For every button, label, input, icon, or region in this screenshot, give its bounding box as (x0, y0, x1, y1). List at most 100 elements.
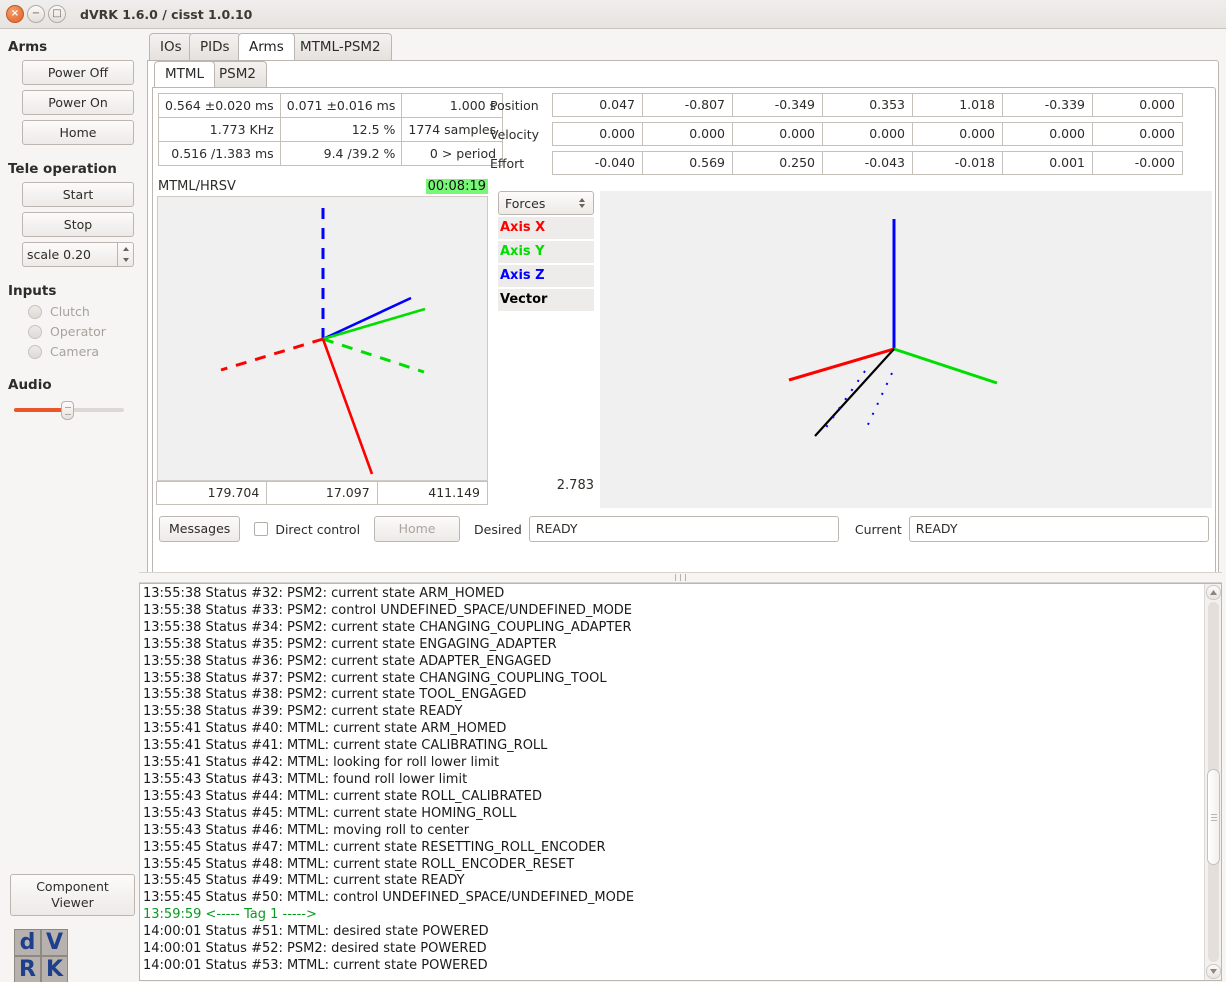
position-joint-1: 0.047 (552, 93, 643, 117)
log-line: 13:55:38 Status #39: PSM2: current state… (143, 704, 463, 720)
component-viewer-button[interactable]: Component Viewer (10, 874, 135, 916)
radio-icon[interactable] (28, 344, 42, 359)
message-log-list[interactable]: 13:55:38 Status #32: PSM2: current state… (140, 584, 1204, 980)
tab-psm2[interactable]: PSM2 (208, 61, 267, 87)
plot-mode-stepper[interactable] (575, 198, 589, 208)
log-line: 13:55:38 Status #38: PSM2: current state… (143, 687, 527, 703)
position-joint-4: 0.353 (822, 93, 913, 117)
chevron-up-icon[interactable] (122, 246, 129, 251)
home-button[interactable]: Home (22, 120, 134, 145)
input-camera[interactable]: Camera (28, 344, 139, 359)
desired-state-field[interactable]: READY (528, 516, 839, 542)
minimize-icon[interactable]: − (27, 5, 45, 23)
log-line: 13:55:45 Status #50: MTML: control UNDEF… (143, 890, 635, 906)
vector-magnitude: 2.783 (556, 478, 594, 493)
panel-splitter[interactable] (139, 572, 1222, 583)
window-title: dVRK 1.6.0 / cisst 1.0.10 (80, 6, 253, 22)
scroll-down-icon[interactable] (1206, 964, 1221, 979)
effort-joint-3: 0.250 (732, 151, 823, 175)
legend-axis-z[interactable]: Axis Z (498, 265, 594, 287)
velocity-joint-4: 0.000 (822, 122, 913, 146)
table-row: Velocity 0.000 0.000 0.000 0.000 0.000 0… (490, 122, 1183, 146)
current-state-field[interactable]: READY (908, 516, 1209, 542)
stat-compute-mean: 0.071 ±0.016 ms (279, 93, 403, 118)
position-joint-6: -0.339 (1002, 93, 1093, 117)
chevron-down-icon[interactable] (579, 204, 585, 208)
chevron-down-icon[interactable] (122, 258, 129, 263)
scroll-up-icon[interactable] (1206, 585, 1221, 600)
arms-tab-page: MTML PSM2 0.564 ±0.020 ms 0.071 ±0.016 m… (147, 60, 1219, 581)
direct-control-checkbox[interactable] (254, 522, 269, 536)
table-row: Position 0.047 -0.807 -0.349 0.353 1.018… (490, 93, 1183, 117)
mtml-tab-page: 0.564 ±0.020 ms 0.071 ±0.016 ms 1.000 s … (152, 87, 1216, 578)
audio-volume-slider[interactable] (14, 401, 124, 420)
tab-mtml-psm2[interactable]: MTML-PSM2 (289, 33, 392, 60)
velocity-joint-5: 0.000 (912, 122, 1003, 146)
input-operator[interactable]: Operator (28, 324, 139, 339)
left-plot-value-z: 411.149 (376, 481, 488, 505)
log-scrollbar[interactable] (1204, 584, 1221, 980)
close-icon[interactable]: × (6, 5, 24, 23)
tab-arms[interactable]: Arms (238, 33, 295, 60)
slider-handle[interactable] (61, 401, 74, 420)
velocity-joint-2: 0.000 (642, 122, 733, 146)
chevron-up-icon[interactable] (579, 198, 585, 202)
scale-value[interactable]: scale 0.20 (22, 242, 118, 267)
left-3d-frame-view[interactable] (157, 196, 488, 481)
tab-pids[interactable]: PIDs (189, 33, 241, 60)
arm-control-row: Messages Direct control Home Desired REA… (159, 516, 1216, 542)
effort-joint-6: 0.001 (1002, 151, 1093, 175)
log-line: 13:55:41 Status #42: MTML: looking for r… (143, 755, 500, 771)
velocity-joint-6: 0.000 (1002, 122, 1093, 146)
effort-joint-4: -0.043 (822, 151, 913, 175)
legend-vector[interactable]: Vector (498, 289, 594, 311)
power-on-button[interactable]: Power On (22, 90, 134, 115)
effort-joint-1: -0.040 (552, 151, 643, 175)
stat-overruns: 0 > period (401, 141, 504, 166)
right-3d-force-view[interactable] (600, 191, 1212, 508)
sidebar: Arms Power Off Power On Home Tele operat… (0, 29, 139, 982)
plot-mode-selector[interactable]: Forces (498, 191, 594, 215)
direct-control-label: Direct control (275, 521, 361, 537)
stat-minmax-ms: 0.516 /1.383 ms (158, 141, 281, 166)
log-line: 13:55:38 Status #35: PSM2: current state… (143, 636, 557, 652)
arms-group-title: Arms (8, 39, 48, 55)
legend-axis-x[interactable]: Axis X (498, 217, 594, 239)
window-buttons: × − □ (6, 5, 66, 23)
radio-icon[interactable] (28, 304, 42, 319)
position-joint-2: -0.807 (642, 93, 733, 117)
scale-stepper[interactable]: scale 0.20 (22, 242, 134, 267)
left-plot-values: 179.704 17.097 411.149 (156, 481, 488, 505)
stat-window: 1.000 s (401, 93, 504, 118)
power-off-button[interactable]: Power Off (22, 60, 134, 85)
slider-fill (14, 408, 66, 412)
log-line: 13:55:45 Status #47: MTML: current state… (143, 839, 606, 855)
input-clutch[interactable]: Clutch (28, 304, 139, 319)
arm-home-button[interactable]: Home (374, 516, 461, 542)
log-scrollbar-thumb[interactable] (1207, 769, 1220, 865)
radio-icon[interactable] (28, 324, 42, 339)
splitter-grip-dot (685, 574, 686, 581)
log-line: 13:55:45 Status #49: MTML: current state… (143, 873, 465, 889)
primary-tab-bar: IOs PIDs Arms MTML-PSM2 (149, 33, 1222, 60)
legend-axis-y[interactable]: Axis Y (498, 241, 594, 263)
log-line: 14:00:01 Status #51: MTML: desired state… (143, 924, 489, 940)
messages-button[interactable]: Messages (159, 516, 241, 542)
plot-mode-value[interactable]: Forces (499, 196, 575, 211)
left-plot-value-y: 17.097 (266, 481, 378, 505)
tab-ios[interactable]: IOs (149, 33, 193, 60)
position-joint-3: -0.349 (732, 93, 823, 117)
log-line: 14:00:01 Status #53: MTML: current state… (143, 957, 488, 973)
stat-load: 12.5 % (279, 117, 403, 142)
maximize-icon[interactable]: □ (48, 5, 66, 23)
velocity-joint-3: 0.000 (732, 122, 823, 146)
tab-mtml[interactable]: MTML (154, 61, 216, 87)
component-viewer-label-line1: Component (36, 879, 109, 894)
teleop-start-button[interactable]: Start (22, 182, 134, 207)
thumb-grip-line (1210, 819, 1217, 821)
inputs-group-title: Inputs (8, 283, 57, 299)
velocity-row-label: Velocity (490, 126, 540, 142)
log-line: 13:55:38 Status #36: PSM2: current state… (143, 653, 552, 669)
teleop-stop-button[interactable]: Stop (22, 212, 134, 237)
scale-stepper-arrows[interactable] (118, 242, 134, 267)
